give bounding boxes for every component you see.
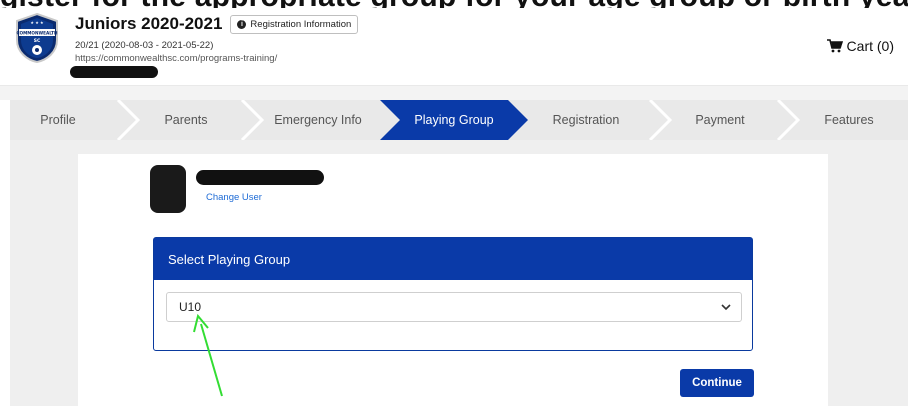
step-profile[interactable]: Profile bbox=[10, 100, 106, 140]
cart-label: Cart (0) bbox=[846, 38, 894, 54]
step-registration[interactable]: Registration bbox=[522, 100, 650, 140]
chevron-down-icon bbox=[721, 304, 731, 311]
annotation-arrow bbox=[193, 313, 223, 397]
svg-text:SC: SC bbox=[34, 38, 41, 44]
svg-text:★ ★ ★: ★ ★ ★ bbox=[30, 20, 44, 25]
redacted-text bbox=[70, 66, 158, 78]
playing-group-card: Select Playing Group U10 bbox=[153, 237, 753, 351]
program-header: ★ ★ ★ COMMONWEALTH SC Juniors 2020-2021 … bbox=[0, 8, 908, 86]
cart-icon bbox=[826, 39, 843, 53]
cropped-page-heading: gister for the appropriate group for you… bbox=[0, 0, 908, 8]
registration-info-label: Registration Information bbox=[250, 18, 352, 30]
header-divider bbox=[0, 86, 908, 100]
registration-info-button[interactable]: i Registration Information bbox=[230, 14, 359, 34]
step-playing-group[interactable]: Playing Group bbox=[398, 100, 510, 140]
svg-text:COMMONWEALTH: COMMONWEALTH bbox=[16, 31, 58, 36]
step-features[interactable]: Features bbox=[790, 100, 908, 140]
card-title: Select Playing Group bbox=[154, 238, 752, 280]
registration-steps: Profile Parents Emergency Info Playing G… bbox=[10, 100, 908, 140]
change-user-link[interactable]: Change User bbox=[206, 192, 262, 203]
redacted-user-name bbox=[196, 170, 324, 185]
continue-button[interactable]: Continue bbox=[680, 369, 754, 397]
season-dates: 20/21 (2020-08-03 - 2021-05-22) bbox=[75, 40, 214, 51]
program-title: Juniors 2020-2021 bbox=[75, 14, 223, 33]
program-url[interactable]: https://commonwealthsc.com/programs-trai… bbox=[75, 53, 277, 64]
info-icon: i bbox=[237, 19, 247, 29]
step-emergency-info[interactable]: Emergency Info bbox=[258, 100, 378, 140]
playing-group-select[interactable]: U10 bbox=[166, 292, 742, 322]
step-payment[interactable]: Payment bbox=[662, 100, 778, 140]
club-logo: ★ ★ ★ COMMONWEALTH SC bbox=[16, 12, 58, 64]
step-parents[interactable]: Parents bbox=[130, 100, 242, 140]
avatar bbox=[150, 165, 186, 213]
cart-link[interactable]: Cart (0) bbox=[826, 38, 894, 54]
